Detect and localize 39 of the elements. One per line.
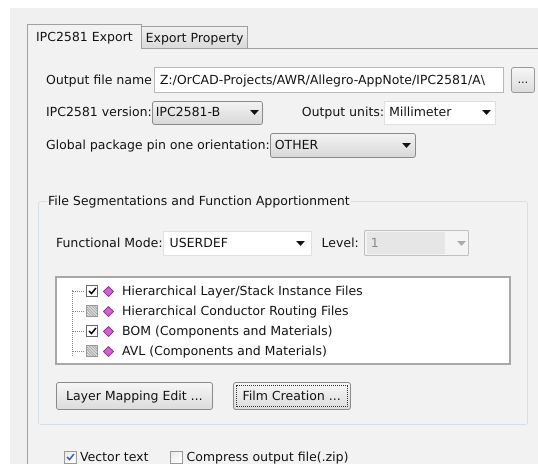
- field-label: Output units:: [302, 103, 384, 122]
- browse-button[interactable]: ...: [510, 67, 535, 93]
- units-dropdown[interactable]: Millimeter: [384, 100, 496, 124]
- dropdown-arrow-icon: [296, 240, 305, 246]
- field-label: Functional Mode:: [56, 234, 163, 252]
- checkbox-label[interactable]: Compress output file(.zip): [186, 448, 348, 464]
- group-title: File Segmentations and Function Apportionment: [47, 193, 351, 209]
- tab[interactable]: Export Property: [142, 26, 248, 48]
- field-label: IPC2581 version:: [46, 103, 152, 122]
- diamond-icon: [103, 306, 114, 316]
- diamond-icon: [103, 346, 114, 356]
- diamond-icon: [103, 286, 114, 296]
- dropdown-arrow-icon: [250, 110, 259, 115]
- action-button[interactable]: Layer Mapping Edit ...: [56, 382, 213, 410]
- dropdown-value: Millimeter: [389, 103, 452, 122]
- tree-item-label[interactable]: BOM (Components and Materials): [122, 322, 333, 340]
- checkbox-label[interactable]: Vector text: [80, 448, 148, 464]
- dropdown-value: IPC2581-B: [156, 103, 220, 122]
- dropdown-arrow-icon: [482, 110, 492, 115]
- tree-item-label[interactable]: Hierarchical Layer/Stack Instance Files: [122, 282, 363, 300]
- dropdown-value: 1: [366, 232, 445, 254]
- functional-mode-dropdown[interactable]: USERDEF: [162, 230, 312, 256]
- tab[interactable]: IPC2581 Export: [27, 24, 142, 49]
- dropdown-value: OTHER: [274, 136, 318, 154]
- diamond-icon: [103, 326, 114, 336]
- version-dropdown[interactable]: IPC2581-B: [152, 100, 263, 124]
- orientation-dropdown[interactable]: OTHER: [270, 132, 416, 158]
- dropdown-value: USERDEF: [170, 234, 228, 252]
- checkbox[interactable]: [86, 285, 98, 297]
- field-label: Global package pin one orientation:: [46, 136, 270, 154]
- dropdown-arrow-icon: [456, 240, 466, 246]
- dropdown-arrow-icon: [402, 142, 411, 148]
- checkbox[interactable]: [86, 325, 98, 337]
- output-file-field[interactable]: Z:/OrCAD-Projects/AWR/Allegro-AppNote/IPC2581/A\: [154, 67, 504, 93]
- field-label: Level:: [322, 234, 359, 252]
- action-button[interactable]: Film Creation ...: [232, 382, 351, 410]
- checkbox[interactable]: [170, 450, 184, 464]
- field-label: Output file name: [46, 70, 152, 89]
- checkbox[interactable]: [64, 450, 77, 464]
